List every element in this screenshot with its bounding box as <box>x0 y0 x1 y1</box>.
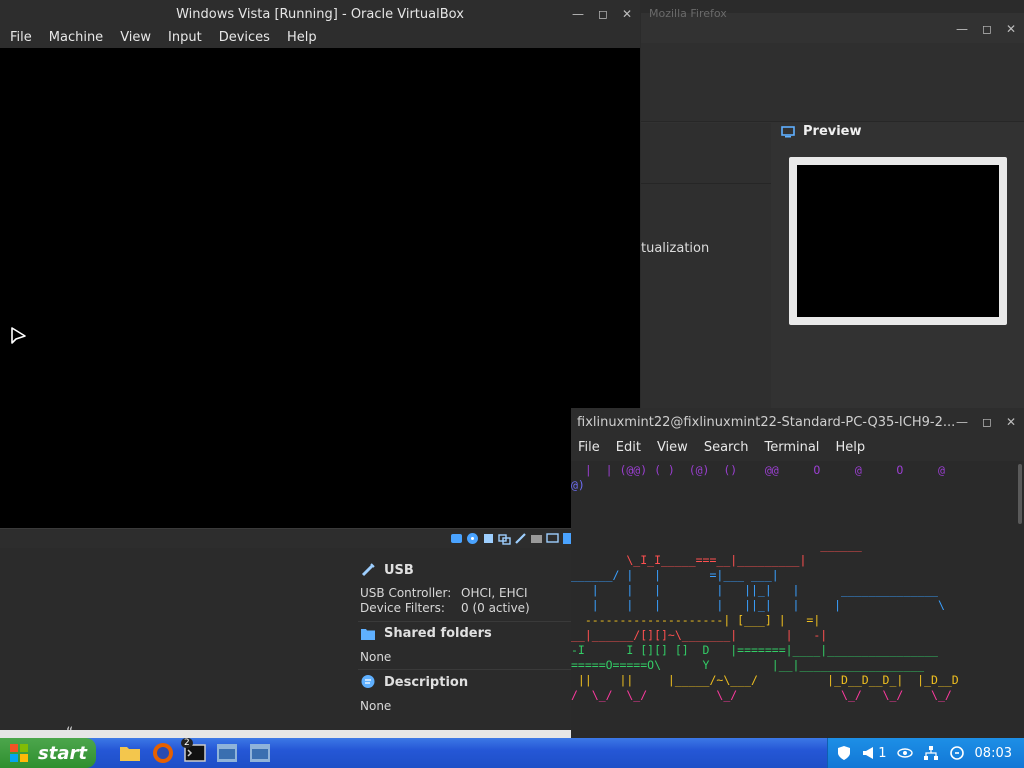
updates-count: 1 <box>878 745 887 761</box>
manager-details-pane <box>641 123 771 413</box>
description-value: None <box>360 699 392 713</box>
close-icon[interactable]: ✕ <box>1006 22 1016 36</box>
vm-display[interactable] <box>0 48 640 528</box>
system-tray: 1 08:03 <box>827 738 1024 768</box>
manager-window-controls: — ◻ ✕ <box>956 15 1016 43</box>
terminal-menu-terminal[interactable]: Terminal <box>764 440 819 455</box>
windows-logo-icon <box>10 744 28 762</box>
terminal-window-count-badge: 2 <box>181 738 193 748</box>
acceleration-text: tualization <box>641 241 710 256</box>
usb-icon <box>361 563 375 577</box>
maximize-icon[interactable]: ◻ <box>598 7 608 21</box>
terminal-line: | | | | ||_| | ______________ <box>571 583 938 597</box>
terminal-line: ______ <box>571 538 862 552</box>
preview-thumbnail <box>789 157 1007 325</box>
terminal-menu-help[interactable]: Help <box>835 440 865 455</box>
terminal-line: --------------------| [___] | =| <box>571 613 821 627</box>
terminal-menu-search[interactable]: Search <box>704 440 749 455</box>
announcement-icon <box>863 747 874 759</box>
terminal-line: \_I_I_____===__|_________| <box>571 553 807 567</box>
network-icon[interactable] <box>923 745 939 761</box>
terminal-menu-file[interactable]: File <box>578 440 600 455</box>
taskbar: start 2 1 08:03 <box>0 738 1024 768</box>
optical-drive-icon[interactable] <box>466 532 479 545</box>
start-button[interactable]: start <box>0 738 96 768</box>
terminal-line: || || |_____/~\___/ |_D__D__D_| |_D__D <box>571 673 959 687</box>
shield-icon[interactable] <box>836 745 852 761</box>
terminal-window-controls: — ◻ ✕ <box>956 408 1016 436</box>
vm-window-title: Windows Vista [Running] - Oracle Virtual… <box>176 6 464 22</box>
terminal-menu-edit[interactable]: Edit <box>616 440 641 455</box>
terminal-line: @) <box>571 478 585 492</box>
firefox-icon[interactable] <box>151 741 175 765</box>
vm-window[interactable]: Windows Vista [Running] - Oracle Virtual… <box>0 0 640 548</box>
hard-disk-icon[interactable] <box>450 532 463 545</box>
terminal-line: =====O=====O\ Y |__|__________________ <box>571 658 925 672</box>
vm-menubar: File Machine View Input Devices Help <box>0 30 640 45</box>
terminal-line: __|______/[][]~\_______| | -| <box>571 628 828 642</box>
file-manager-icon[interactable] <box>118 741 142 765</box>
terminal-output[interactable]: | | (@@) ( ) (@) () @@ O @ O @ @) ______ … <box>571 461 1024 738</box>
shared-folders-icon[interactable] <box>530 532 543 545</box>
volume-icon[interactable] <box>949 745 965 761</box>
terminal-line: -I I [][] [] D |=======|____|___________… <box>571 643 938 657</box>
usb-icon[interactable] <box>514 532 527 545</box>
start-label: start <box>38 742 87 764</box>
terminal-line: | | | | ||_| | | \ <box>571 598 945 612</box>
terminal-menubar: File Edit View Search Terminal Help <box>571 440 1024 455</box>
preview-heading: Preview <box>781 124 862 139</box>
terminal-window[interactable]: fixlinuxmint22@fixlinuxmint22-Standard-P… <box>571 408 1024 738</box>
menu-input[interactable]: Input <box>168 30 202 45</box>
close-icon[interactable]: ✕ <box>1006 415 1016 429</box>
device-filters-value: 0 (0 active) <box>461 601 530 615</box>
close-icon[interactable]: ✕ <box>622 7 632 21</box>
minimize-icon[interactable]: — <box>956 415 968 429</box>
background-window-title: Mozilla Firefox <box>649 7 727 20</box>
menu-view[interactable]: View <box>120 30 151 45</box>
audio-icon[interactable] <box>482 532 495 545</box>
menu-machine[interactable]: Machine <box>49 30 103 45</box>
terminal-scrollbar[interactable] <box>1018 464 1022 524</box>
mouse-pointer-icon <box>11 327 26 344</box>
minimize-icon[interactable]: — <box>956 22 968 36</box>
preview-label: Preview <box>803 124 862 139</box>
minimize-icon[interactable]: — <box>572 7 584 21</box>
terminal-menu-view[interactable]: View <box>657 440 688 455</box>
menu-devices[interactable]: Devices <box>219 30 270 45</box>
shared-folders-title: Shared folders <box>384 626 492 641</box>
virtualbox-manager-icon[interactable] <box>215 741 239 765</box>
menu-file[interactable]: File <box>10 30 32 45</box>
description-section: Description None <box>360 674 469 714</box>
description-title: Description <box>384 674 469 690</box>
folder-icon <box>361 628 375 640</box>
vm-window-controls: — ◻ ✕ <box>572 0 632 28</box>
terminal-line: / \_/ \_/ \_/ \_/ \_/ \_/ <box>571 688 952 702</box>
terminal-line: ______/ | | =|___ ___| <box>571 568 779 582</box>
terminal-line: | | (@@) ( ) (@) () @@ O @ O @ <box>571 463 945 477</box>
virtualbox-vm-icon[interactable] <box>248 741 272 765</box>
vm-statusbar: Ri <box>0 528 640 548</box>
clock[interactable]: 08:03 <box>975 746 1012 761</box>
menu-help[interactable]: Help <box>287 30 317 45</box>
monitor-icon <box>781 125 795 137</box>
vm-details-panel: USB USB Controller: OHCI, EHCI Device Fil… <box>0 549 572 741</box>
display-icon[interactable] <box>546 532 560 545</box>
network-icon[interactable] <box>498 532 512 545</box>
usb-title: USB <box>384 562 414 578</box>
speech-bubble-icon <box>361 675 375 688</box>
shared-folders-section: Shared folders None <box>360 626 492 664</box>
maximize-icon[interactable]: ◻ <box>982 22 992 36</box>
manager-toolbar <box>641 43 1024 122</box>
usb-controller-value: OHCI, EHCI <box>461 586 528 600</box>
device-filters-label: Device Filters: <box>360 601 445 615</box>
updates-indicator[interactable]: 1 <box>862 745 887 761</box>
usb-section: USB USB Controller: OHCI, EHCI Device Fil… <box>360 562 530 616</box>
details-scrollbar[interactable] <box>0 730 572 738</box>
usb-controller-label: USB Controller: <box>360 586 452 600</box>
eye-icon[interactable] <box>896 747 913 759</box>
maximize-icon[interactable]: ◻ <box>982 415 992 429</box>
shared-folders-value: None <box>360 650 392 664</box>
